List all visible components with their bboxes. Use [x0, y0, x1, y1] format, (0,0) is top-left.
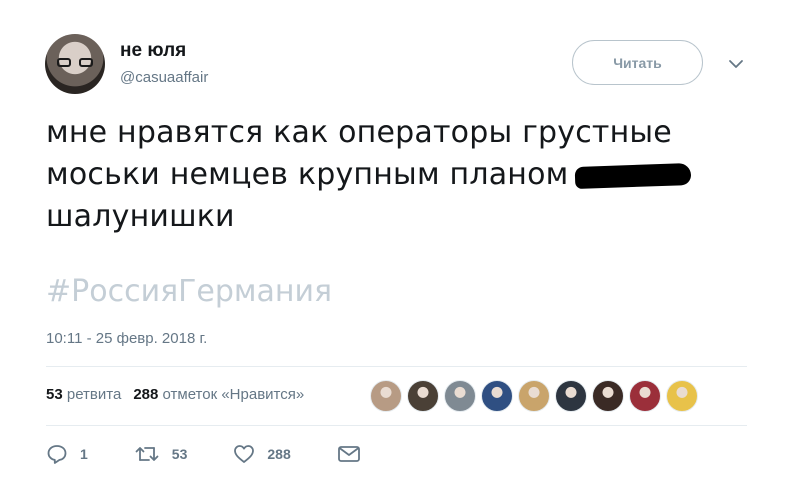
- liker-avatar[interactable]: [592, 380, 624, 412]
- like-button[interactable]: 288: [233, 443, 291, 465]
- liker-avatars: [370, 380, 703, 412]
- tweet-text: мне нравятся как операторы грустные мось…: [46, 112, 746, 238]
- tweet-text-line: мне нравятся как операторы грустные: [46, 115, 672, 150]
- reply-count: 1: [80, 446, 88, 462]
- liker-avatar[interactable]: [370, 380, 402, 412]
- envelope-icon: [337, 446, 360, 462]
- liker-avatar[interactable]: [518, 380, 550, 412]
- reply-button[interactable]: 1: [46, 443, 88, 465]
- likes-label: отметок «Нравится»: [162, 386, 305, 403]
- author-handle[interactable]: @casuaaffair: [120, 69, 208, 86]
- chevron-down-icon[interactable]: [727, 58, 745, 70]
- divider: [46, 366, 747, 367]
- likes-count: 288: [133, 386, 159, 403]
- liker-avatar[interactable]: [629, 380, 661, 412]
- retweet-icon: [135, 447, 159, 461]
- reply-icon: [47, 445, 67, 464]
- retweet-count: 53: [171, 446, 188, 462]
- tweet-stats: 53 ретвита 288 отметок «Нравится»: [46, 386, 304, 403]
- tweet-text-line: моськи немцев крупным планом: [46, 154, 746, 196]
- retweets-stat[interactable]: 53 ретвита: [46, 386, 121, 403]
- retweets-count: 53: [46, 386, 63, 403]
- liker-avatar[interactable]: [555, 380, 587, 412]
- avatar-glasses: [57, 58, 93, 68]
- liker-avatar[interactable]: [666, 380, 698, 412]
- tweet-actions: 1 53 288: [46, 440, 419, 468]
- divider: [46, 425, 747, 426]
- follow-button[interactable]: Читать: [572, 40, 703, 85]
- liker-avatar[interactable]: [407, 380, 439, 412]
- liker-avatar[interactable]: [481, 380, 513, 412]
- author-avatar[interactable]: [45, 34, 105, 94]
- retweets-label: ретвита: [66, 386, 122, 403]
- like-count: 288: [267, 446, 291, 462]
- tweet-card: не юля @casuaaffair Читать мне нравятся …: [0, 0, 793, 499]
- message-button[interactable]: [337, 444, 373, 464]
- liker-avatar[interactable]: [444, 380, 476, 412]
- tweet-timestamp[interactable]: 10:11 - 25 февр. 2018 г.: [46, 330, 207, 347]
- redaction-mark: [574, 162, 691, 189]
- likes-stat[interactable]: 288 отметок «Нравится»: [133, 386, 304, 403]
- retweet-button[interactable]: 53: [134, 443, 188, 465]
- author-name[interactable]: не юля: [120, 40, 186, 62]
- tweet-text-segment: моськи немцев крупным планом: [46, 157, 569, 192]
- hashtag-link[interactable]: #РоссияГермания: [46, 274, 332, 309]
- tweet-text-line: шалунишки: [46, 199, 235, 234]
- heart-icon: [234, 445, 255, 463]
